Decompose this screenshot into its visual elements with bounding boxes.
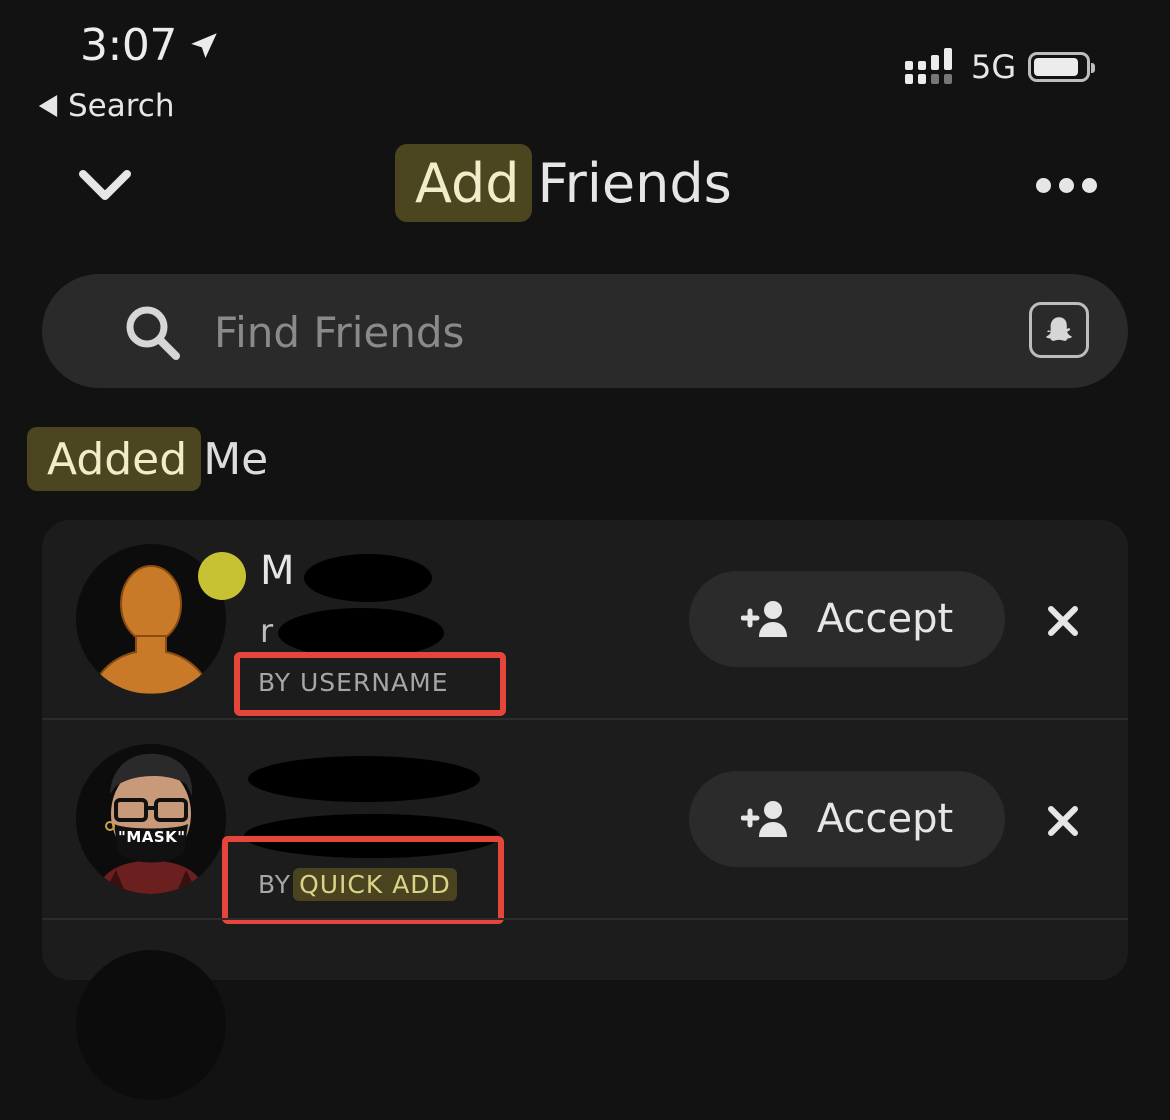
add-friend-icon [740,801,787,837]
close-icon [1048,606,1078,636]
ghost-icon [1046,317,1072,341]
page-title: Add Friends [395,144,732,222]
title-rest: Friends [537,151,732,215]
accept-button[interactable]: Accept [689,571,1005,667]
chevron-down-icon [79,170,131,200]
add-friend-icon [740,601,787,637]
annotation-box [234,652,506,716]
status-time: 3:07 [80,20,221,71]
list-item[interactable]: "MASK" BY QUICK ADD Accept [42,720,1128,924]
accept-label: Accept [816,596,954,642]
section-title: Added Me [27,427,268,491]
time-text: 3:07 [80,20,177,71]
username: r [260,612,274,650]
back-triangle-icon [38,95,58,117]
annotation-box [222,836,504,924]
snapcode-button[interactable] [1029,302,1089,358]
display-name: M [260,548,295,594]
status-indicators: 5G [905,48,1096,86]
avatar[interactable]: "MASK" [76,744,226,894]
close-icon [1048,806,1078,836]
avatar[interactable] [76,950,226,1100]
more-options-button[interactable] [1036,178,1097,193]
search-bar[interactable] [42,274,1128,388]
online-indicator [198,552,246,600]
search-icon [126,306,180,360]
avatar-mask-text: "MASK" [118,828,186,846]
location-arrow-icon [191,32,217,58]
signal-icon [905,48,952,84]
redaction [304,554,432,602]
battery-icon [1028,52,1096,82]
list-item[interactable] [42,920,1128,1120]
accept-label: Accept [816,796,954,842]
bitmoji-avatar [76,744,226,894]
search-input[interactable] [212,300,1036,364]
dismiss-button[interactable] [1046,804,1080,842]
redaction [278,608,444,658]
network-type: 5G [971,48,1017,86]
list-item[interactable]: M r BY USERNAME Accept [42,520,1128,720]
collapse-button[interactable] [78,168,132,206]
more-icon [1036,178,1051,193]
redaction [248,756,480,802]
back-label: Search [68,88,175,124]
accept-button[interactable]: Accept [689,771,1005,867]
section-rest: Me [203,433,269,485]
dismiss-button[interactable] [1046,604,1080,642]
section-highlight: Added [27,427,202,491]
title-highlight: Add [395,144,532,222]
added-me-list: M r BY USERNAME Accept "MASK" BY QUICK A… [42,520,1128,1100]
back-to-search-link[interactable]: Search [38,88,175,124]
